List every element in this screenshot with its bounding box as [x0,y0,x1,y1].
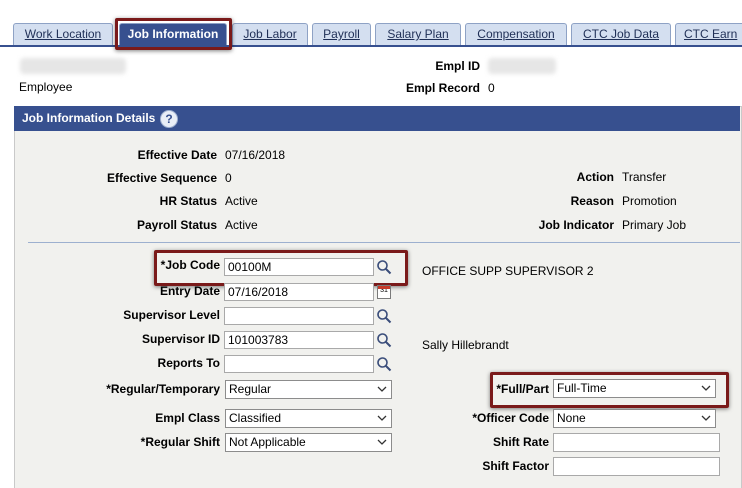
supervisor-id-input[interactable]: 101003783 [224,331,374,349]
supervisor-level-lookup-icon[interactable] [376,308,392,324]
empl-class-select[interactable]: Classified [225,409,392,428]
supervisor-id-label: Supervisor ID [141,332,220,346]
tab-job-labor[interactable]: Job Labor [232,23,308,45]
chevron-down-icon [377,439,387,445]
chevron-down-icon [701,385,711,391]
tab-highlight-box [115,18,232,50]
tab-compensation[interactable]: Compensation [465,23,567,45]
job-indicator-label: Job Indicator [538,218,614,232]
empl-id-label: Empl ID [435,59,480,73]
shift-rate-input[interactable] [553,433,720,452]
hr-status-label: HR Status [159,194,217,208]
help-icon[interactable]: ? [160,110,178,128]
full-part-select[interactable]: Full-Time [553,379,716,398]
payroll-status-label: Payroll Status [136,218,217,232]
job-code-description: OFFICE SUPP SUPERVISOR 2 [422,264,594,278]
supervisor-level-input[interactable] [224,307,374,325]
chevron-down-icon [377,415,387,421]
action-value: Transfer [622,170,667,184]
regular-shift-value: Not Applicable [229,435,306,449]
shift-factor-input[interactable] [553,457,720,476]
effective-sequence-value: 0 [225,171,232,185]
hr-status-value: Active [225,194,258,208]
empl-record-value: 0 [488,81,495,95]
chevron-down-icon [377,386,387,392]
tab-underline [0,45,742,47]
reason-label: Reason [570,194,614,208]
reason-value: Promotion [622,194,677,208]
reports-to-label: Reports To [157,356,220,370]
shift-factor-label: Shift Factor [482,459,549,473]
job-code-lookup-icon[interactable] [376,259,392,275]
chevron-down-icon [701,415,711,421]
tab-bar: Work Location Job Information Job Labor … [0,0,742,48]
regular-temporary-value: Regular [229,382,272,396]
entry-date-label: Entry Date [159,284,220,298]
tab-ctc-job-data[interactable]: CTC Job Data [571,23,671,45]
reports-to-input[interactable] [224,355,374,373]
tab-ctc-earn[interactable]: CTC Earn [675,23,742,45]
job-code-label: *Job Code [160,258,220,272]
tab-work-location[interactable]: Work Location [13,23,113,45]
effective-date-label: Effective Date [137,148,217,162]
regular-shift-label: *Regular Shift [140,435,220,449]
empl-class-label: Empl Class [155,411,220,425]
empl-record-label: Empl Record [405,81,480,95]
tab-salary-plan[interactable]: Salary Plan [375,23,461,45]
employee-label: Employee [19,80,73,94]
employee-name-redacted [20,58,126,74]
regular-temporary-label: *Regular/Temporary [106,382,220,396]
entry-date-input[interactable]: 07/16/2018 [224,283,374,301]
full-part-label: *Full/Part [496,382,549,396]
regular-temporary-select[interactable]: Regular [225,380,392,399]
full-part-value: Full-Time [557,381,607,395]
panel-title: Job Information Details [22,111,156,125]
shift-rate-label: Shift Rate [492,435,549,449]
section-divider [28,242,740,243]
reports-to-lookup-icon[interactable] [376,356,392,372]
job-indicator-value: Primary Job [622,218,687,232]
supervisor-id-lookup-icon[interactable] [376,332,392,348]
officer-code-value: None [557,411,586,425]
supervisor-name: Sally Hillebrandt [422,338,509,352]
action-label: Action [576,170,614,184]
calendar-icon[interactable]: 31 [377,285,391,299]
effective-date-value: 07/16/2018 [225,148,286,162]
regular-shift-select[interactable]: Not Applicable [225,433,392,452]
panel-header: Job Information Details ? [14,106,740,131]
job-code-input[interactable]: 00100M [224,258,374,276]
empl-class-value: Classified [229,411,282,425]
tab-payroll[interactable]: Payroll [312,23,371,45]
effective-sequence-label: Effective Sequence [106,171,217,185]
officer-code-select[interactable]: None [553,409,716,428]
supervisor-level-label: Supervisor Level [123,308,220,322]
officer-code-label: *Officer Code [472,411,549,425]
payroll-status-value: Active [225,218,258,232]
empl-id-redacted [488,58,556,74]
